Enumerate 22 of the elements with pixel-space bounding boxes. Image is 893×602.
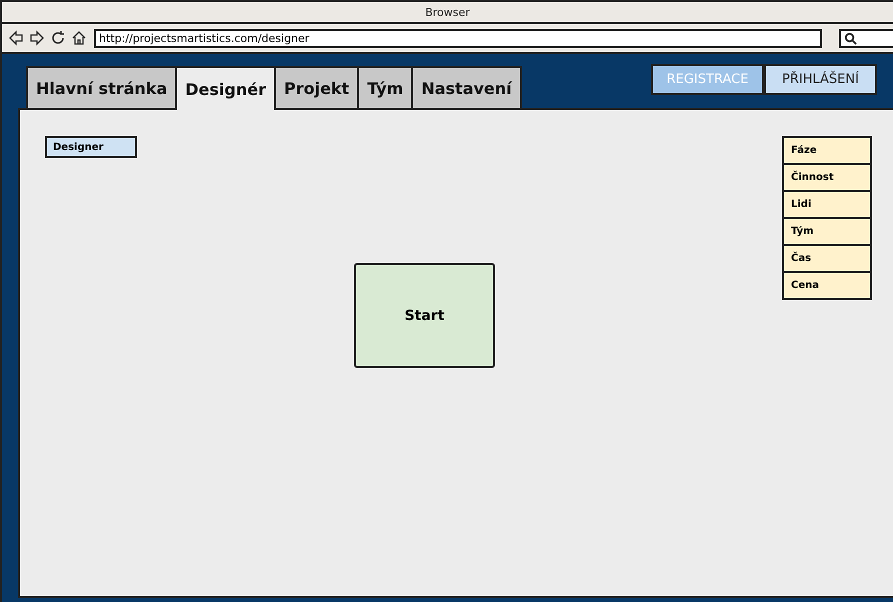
- palette-item[interactable]: Tým: [784, 219, 870, 246]
- palette-item[interactable]: Fáze: [784, 138, 870, 165]
- search-icon: [844, 32, 857, 44]
- palette-item[interactable]: Cena: [784, 273, 870, 300]
- nav-tab[interactable]: Projekt: [274, 66, 358, 108]
- nav-tab[interactable]: Nastavení: [411, 66, 522, 108]
- nav-tab[interactable]: Tým: [357, 66, 412, 108]
- forward-icon[interactable]: [29, 30, 45, 46]
- nav-tab[interactable]: Designér: [175, 66, 274, 110]
- start-node[interactable]: Start: [354, 263, 495, 368]
- back-icon[interactable]: [8, 30, 24, 46]
- window-title: Browser: [425, 6, 470, 18]
- login-button[interactable]: PŘIHLÁŠENÍ: [764, 64, 877, 95]
- reload-icon[interactable]: [50, 30, 66, 46]
- palette-item[interactable]: Lidi: [784, 192, 870, 219]
- nav-tab[interactable]: Hlavní stránka: [26, 66, 176, 108]
- palette-item[interactable]: Čas: [784, 246, 870, 273]
- home-icon[interactable]: [71, 30, 87, 46]
- designer-label: Designer: [45, 136, 137, 158]
- address-field[interactable]: http://projectsmartistics.com/designer: [94, 28, 822, 48]
- search-field[interactable]: [839, 28, 893, 48]
- palette-item[interactable]: Činnost: [784, 165, 870, 192]
